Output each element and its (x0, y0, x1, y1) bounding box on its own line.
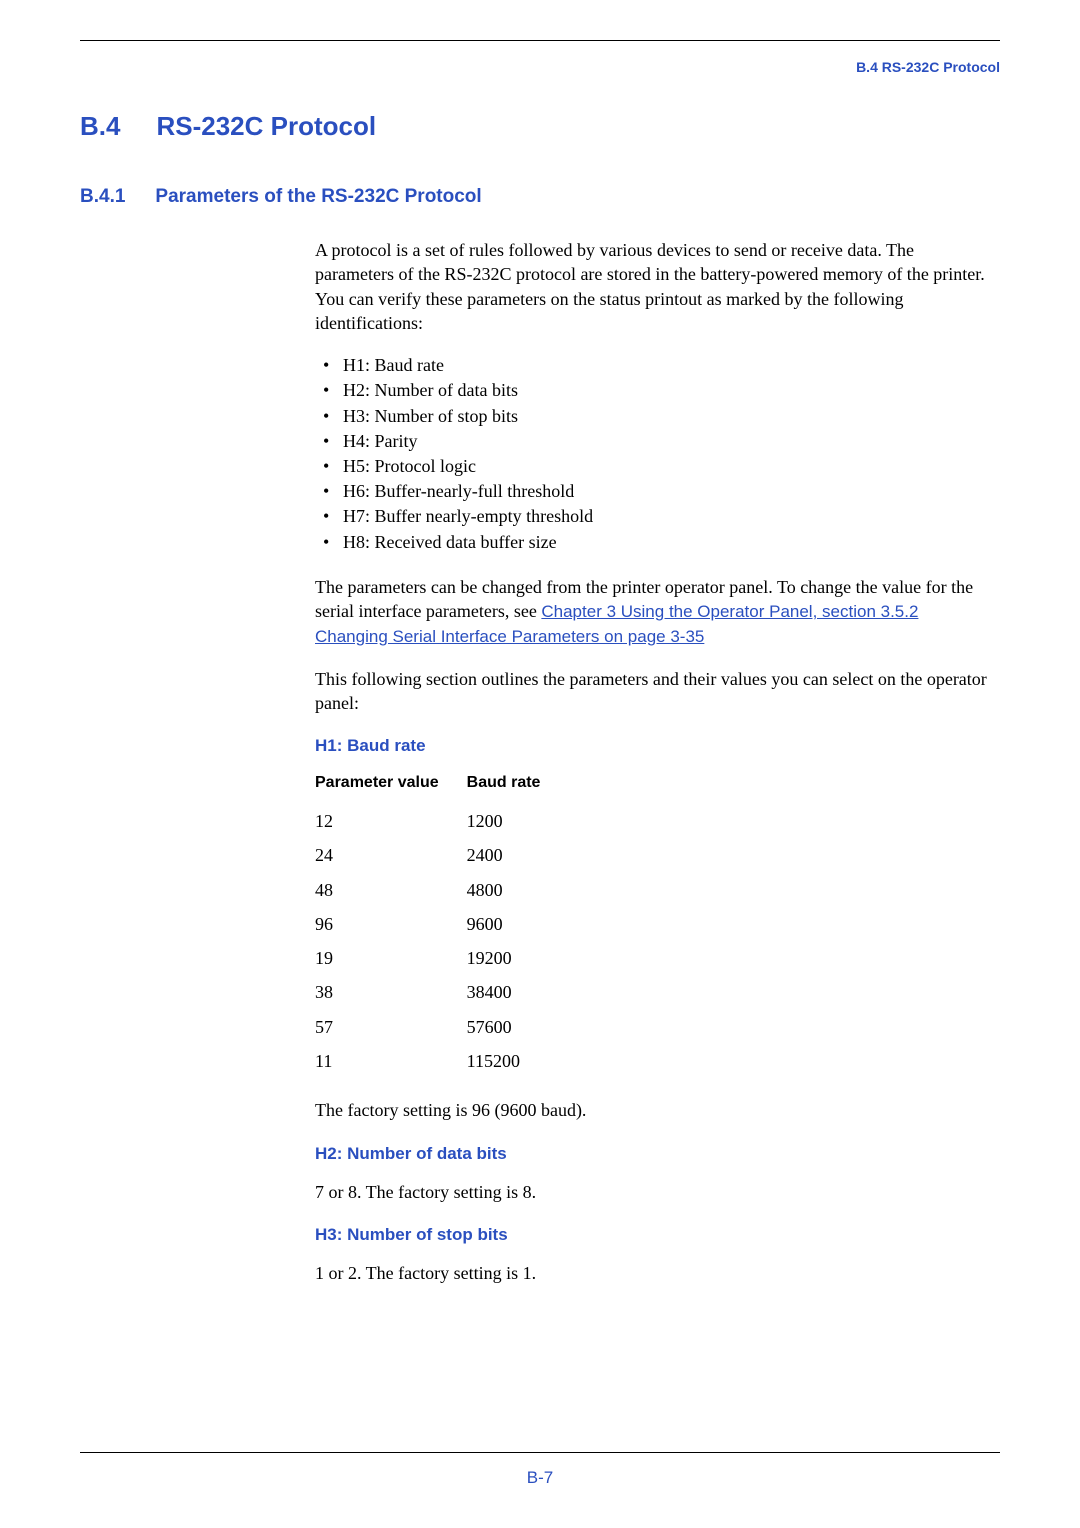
h1-baud-rate-heading: H1: Baud rate (315, 735, 995, 758)
page-body: B.4 RS-232C Protocol B.4 RS-232C Protoco… (80, 40, 1000, 1468)
cell-br: 57600 (467, 1010, 569, 1044)
body-column: A protocol is a set of rules followed by… (315, 238, 995, 1285)
h3-stop-bits-heading: H3: Number of stop bits (315, 1224, 995, 1247)
crossref-paragraph: The parameters can be changed from the p… (315, 575, 995, 649)
cell-pv: 96 (315, 907, 467, 941)
col-header-baud-rate: Baud rate (467, 772, 569, 804)
h2-body: 7 or 8. The factory setting is 8. (315, 1180, 995, 1204)
list-item: H5: Protocol logic (315, 454, 995, 479)
list-item: H2: Number of data bits (315, 378, 995, 403)
subsection-title: Parameters of the RS-232C Protocol (155, 186, 481, 208)
table-row: 969600 (315, 907, 568, 941)
h1-note: The factory setting is 96 (9600 baud). (315, 1098, 995, 1122)
section-number: B.4 (80, 111, 120, 142)
table-row: 484800 (315, 873, 568, 907)
baud-rate-table: Parameter value Baud rate 121200 242400 … (315, 772, 568, 1078)
cell-pv: 12 (315, 804, 467, 838)
section-title: RS-232C Protocol (156, 111, 376, 142)
cell-pv: 11 (315, 1044, 467, 1078)
h3-body: 1 or 2. The factory setting is 1. (315, 1261, 995, 1285)
page-number: B-7 (0, 1468, 1080, 1488)
intro-paragraph: A protocol is a set of rules followed by… (315, 238, 995, 335)
list-item: H3: Number of stop bits (315, 404, 995, 429)
cell-br: 4800 (467, 873, 569, 907)
list-item: H7: Buffer nearly-empty threshold (315, 504, 995, 529)
running-header: B.4 RS-232C Protocol (80, 59, 1000, 75)
subsection-heading: B.4.1 Parameters of the RS-232C Protocol (80, 186, 1000, 208)
table-header-row: Parameter value Baud rate (315, 772, 568, 804)
parameter-list: H1: Baud rate H2: Number of data bits H3… (315, 353, 995, 555)
section-heading: B.4 RS-232C Protocol (80, 111, 1000, 142)
list-item: H1: Baud rate (315, 353, 995, 378)
cell-pv: 19 (315, 941, 467, 975)
rule-top (80, 40, 1000, 41)
cell-br: 115200 (467, 1044, 569, 1078)
cell-br: 19200 (467, 941, 569, 975)
table-row: 121200 (315, 804, 568, 838)
list-item: H8: Received data buffer size (315, 530, 995, 555)
cell-br: 2400 (467, 838, 569, 872)
cell-pv: 57 (315, 1010, 467, 1044)
cell-pv: 24 (315, 838, 467, 872)
table-row: 1919200 (315, 941, 568, 975)
table-row: 3838400 (315, 975, 568, 1009)
cell-br: 38400 (467, 975, 569, 1009)
list-item: H6: Buffer-nearly-full threshold (315, 479, 995, 504)
table-row: 11115200 (315, 1044, 568, 1078)
h2-data-bits-heading: H2: Number of data bits (315, 1143, 995, 1166)
cell-pv: 48 (315, 873, 467, 907)
lead-paragraph: This following section outlines the para… (315, 667, 995, 716)
table-row: 5757600 (315, 1010, 568, 1044)
subsection-number: B.4.1 (80, 186, 125, 208)
col-header-parameter-value: Parameter value (315, 772, 467, 804)
table-row: 242400 (315, 838, 568, 872)
rule-bottom (80, 1452, 1000, 1453)
cell-br: 1200 (467, 804, 569, 838)
list-item: H4: Parity (315, 429, 995, 454)
cell-pv: 38 (315, 975, 467, 1009)
cell-br: 9600 (467, 907, 569, 941)
